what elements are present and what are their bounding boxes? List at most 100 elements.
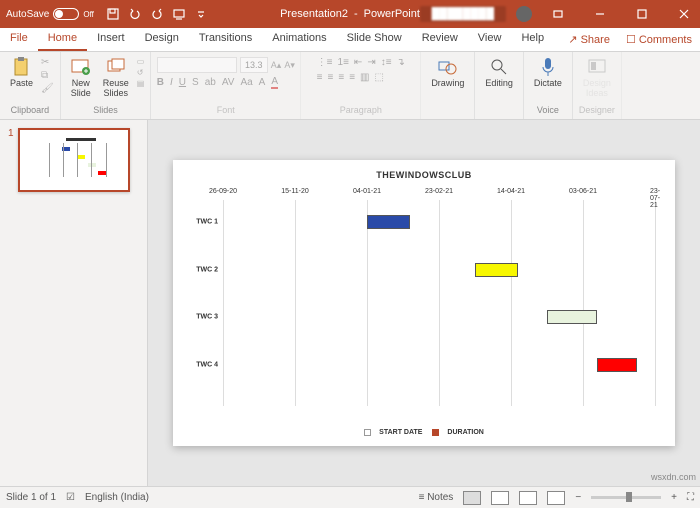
bold-icon[interactable]: B: [157, 77, 164, 88]
tab-home[interactable]: Home: [38, 28, 87, 51]
section-icon[interactable]: ▤: [137, 79, 145, 88]
undo-icon[interactable]: [128, 7, 142, 21]
group-drawing: Drawing: [421, 52, 475, 119]
bullets-icon[interactable]: ⋮≡: [317, 57, 333, 68]
line-spacing-icon[interactable]: ↕≡: [381, 57, 392, 68]
slideshow-view-icon[interactable]: [547, 491, 565, 505]
gantt-bar: [597, 358, 637, 372]
spacing-icon[interactable]: AV: [222, 77, 235, 88]
group-paragraph: ⋮≡ 1≡ ⇤ ⇥ ↕≡ ↴ ≡ ≡ ≡ ≡ ▥ ⬚ Paragraph: [301, 52, 421, 119]
sorter-view-icon[interactable]: [491, 491, 509, 505]
y-category-label: TWC 1: [173, 219, 218, 226]
copy-icon[interactable]: ⧉: [41, 70, 54, 81]
autosave-toggle[interactable]: AutoSave Off: [6, 8, 94, 20]
paste-button[interactable]: Paste: [6, 57, 37, 89]
tab-slideshow[interactable]: Slide Show: [337, 28, 412, 51]
y-category-label: TWC 4: [173, 361, 218, 368]
qat-dropdown-icon[interactable]: [194, 7, 208, 21]
tab-review[interactable]: Review: [412, 28, 468, 51]
tab-insert[interactable]: Insert: [87, 28, 135, 51]
clipboard-icon: [12, 57, 32, 77]
font-family-input[interactable]: [157, 57, 237, 73]
group-slides: New Slide Reuse Slides ▭ ↺ ▤ Slides: [61, 52, 152, 119]
format-painter-icon[interactable]: 🖌: [41, 83, 54, 94]
smartart-icon[interactable]: ⬚: [375, 72, 384, 83]
italic-icon[interactable]: I: [170, 77, 173, 88]
avatar[interactable]: [516, 6, 532, 22]
justify-icon[interactable]: ≡: [349, 72, 355, 83]
drawing-label: [447, 105, 450, 117]
tab-animations[interactable]: Animations: [262, 28, 336, 51]
group-voice: Dictate Voice: [524, 52, 573, 119]
close-icon[interactable]: [668, 0, 700, 28]
zoom-in-icon[interactable]: +: [671, 492, 677, 503]
notes-button[interactable]: ≡ Notes: [419, 492, 454, 503]
title-bar: AutoSave Off Presentation2 - PowerPoint …: [0, 0, 700, 28]
gantt-bar: [367, 215, 410, 229]
slide-canvas-area[interactable]: THEWINDOWSCLUB 26-09-2015-11-2004-01-212…: [148, 120, 700, 486]
x-tick-label: 26-09-20: [209, 188, 237, 195]
slide[interactable]: THEWINDOWSCLUB 26-09-2015-11-2004-01-212…: [173, 160, 675, 446]
maximize-icon[interactable]: [626, 0, 658, 28]
design-ideas-button[interactable]: Design Ideas: [579, 57, 615, 99]
numbering-icon[interactable]: 1≡: [338, 57, 349, 68]
reuse-slides-button[interactable]: Reuse Slides: [99, 57, 133, 99]
watermark: wsxdn.com: [651, 472, 696, 482]
tab-view[interactable]: View: [468, 28, 512, 51]
zoom-out-icon[interactable]: −: [575, 492, 581, 503]
layout-icon[interactable]: ▭: [137, 57, 145, 66]
align-right-icon[interactable]: ≡: [338, 72, 344, 83]
reading-view-icon[interactable]: [519, 491, 537, 505]
clear-format-icon[interactable]: A: [259, 77, 266, 88]
spell-check-icon[interactable]: ☑: [66, 492, 75, 503]
indent-left-icon[interactable]: ⇤: [354, 57, 362, 68]
reset-icon[interactable]: ↺: [137, 68, 145, 77]
redo-icon[interactable]: [150, 7, 164, 21]
x-tick-label: 04-01-21: [353, 188, 381, 195]
align-left-icon[interactable]: ≡: [317, 72, 323, 83]
underline-icon[interactable]: U: [179, 77, 186, 88]
new-slide-button[interactable]: New Slide: [67, 57, 95, 99]
start-from-beginning-icon[interactable]: [172, 7, 186, 21]
indent-right-icon[interactable]: ⇥: [367, 57, 375, 68]
gantt-bar: [547, 310, 597, 324]
cut-icon[interactable]: ✂: [41, 57, 54, 68]
align-center-icon[interactable]: ≡: [328, 72, 334, 83]
strike-icon[interactable]: S: [192, 77, 199, 88]
columns-icon[interactable]: ▥: [360, 72, 369, 83]
chart-legend: START DATE DURATION: [173, 429, 675, 436]
drawing-button[interactable]: Drawing: [427, 57, 468, 89]
user-name[interactable]: ████████: [420, 6, 506, 22]
x-tick-label: 15-11-20: [281, 188, 309, 195]
dictate-button[interactable]: Dictate: [530, 57, 566, 89]
font-size-input[interactable]: [240, 57, 268, 73]
shapes-icon: [438, 57, 458, 77]
font-color-icon[interactable]: A: [271, 76, 278, 89]
fit-to-window-icon[interactable]: ⛶: [687, 492, 694, 503]
editing-button[interactable]: Editing: [481, 57, 517, 89]
ribbon-display-icon[interactable]: [542, 0, 574, 28]
shadow-icon[interactable]: ab: [205, 77, 216, 88]
comments-button[interactable]: ☐Comments: [618, 28, 700, 51]
x-tick-label: 03-06-21: [569, 188, 597, 195]
tab-help[interactable]: Help: [511, 28, 554, 51]
decrease-font-icon[interactable]: A▾: [284, 60, 295, 71]
tab-transitions[interactable]: Transitions: [189, 28, 262, 51]
work-area: 1 THEWINDOWSCLUB 26-09-2015-11-2004-01-2…: [0, 120, 700, 486]
y-category-label: TWC 3: [173, 314, 218, 321]
tab-file[interactable]: File: [0, 28, 38, 51]
share-button[interactable]: ↗Share: [560, 28, 618, 51]
save-icon[interactable]: [106, 7, 120, 21]
status-bar: Slide 1 of 1 ☑ English (India) ≡ Notes −…: [0, 486, 700, 508]
zoom-slider[interactable]: [591, 496, 661, 499]
new-slide-icon: [71, 57, 91, 77]
normal-view-icon[interactable]: [463, 491, 481, 505]
language-status[interactable]: English (India): [85, 492, 149, 503]
slide-thumbnail-panel[interactable]: 1: [0, 120, 148, 486]
case-icon[interactable]: Aa: [240, 77, 252, 88]
increase-font-icon[interactable]: A▴: [271, 60, 282, 71]
minimize-icon[interactable]: [584, 0, 616, 28]
tab-design[interactable]: Design: [135, 28, 189, 51]
text-direction-icon[interactable]: ↴: [397, 57, 405, 68]
slide-thumbnail-1[interactable]: [18, 128, 130, 192]
